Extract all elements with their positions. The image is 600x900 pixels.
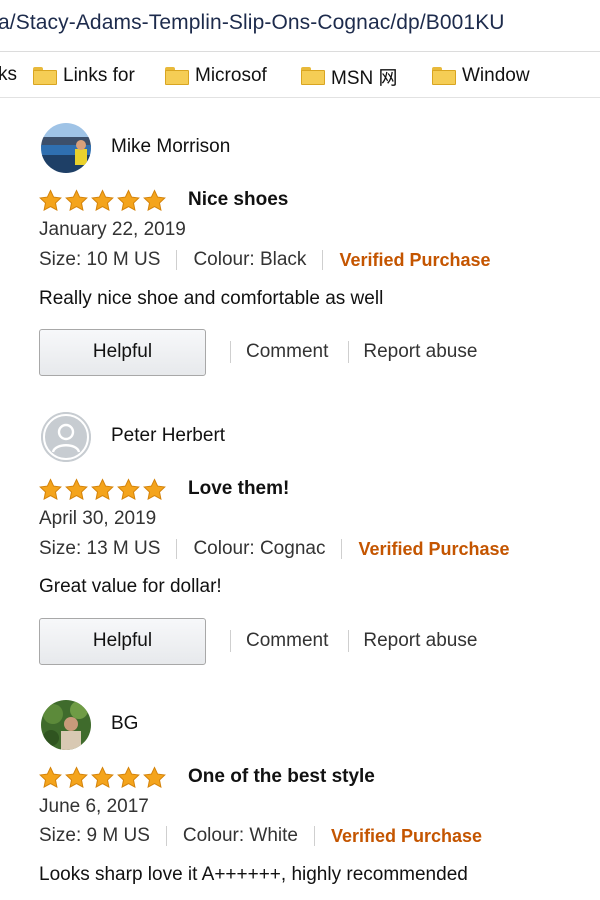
divider [230,630,231,652]
helpful-button[interactable]: Helpful [39,328,206,376]
divider [341,539,343,559]
person-photo-icon [41,700,91,750]
bookmark-label: MSN 网 [331,67,398,89]
default-user-icon [41,412,91,462]
comment-link[interactable]: Comment [246,630,328,652]
bookmark-truncated[interactable]: ks [0,64,17,86]
review-title[interactable]: One of the best style [188,766,375,788]
size-info: Size: 13 M US [39,538,161,559]
colour-info[interactable]: Colour: White [183,825,298,847]
folder-icon [301,67,325,85]
review-actions: Helpful Comment Report abuse [39,617,477,665]
review-meta: Size: 13 M US Colour: Cognac Verified Pu… [39,538,510,560]
verified-purchase-badge[interactable]: Verified Purchase [331,826,482,847]
divider [176,539,178,559]
review-body: Looks sharp love it A++++++, highly reco… [39,864,468,885]
review-date: April 30, 2019 [39,508,157,529]
bookmark-label: Microsof [195,65,267,86]
star-rating[interactable] [38,766,167,790]
divider [348,341,350,363]
review-body: Really nice shoe and comfortable as well [39,288,384,309]
folder-icon [165,67,189,85]
reviewer-name[interactable]: Mike Morrison [111,136,230,158]
review-actions: Helpful Comment Report abuse [39,328,477,376]
star-icon [91,478,114,501]
star-icon [117,478,140,501]
avatar[interactable] [41,412,91,462]
star-icon [91,189,114,212]
colour-info[interactable]: Colour: Cognac [193,538,325,560]
star-icon [143,478,166,501]
star-icon [39,766,62,789]
colour-info[interactable]: Colour: Black [193,249,306,271]
star-rating[interactable] [38,189,167,213]
star-icon [39,478,62,501]
review-title[interactable]: Love them! [188,478,289,500]
bookmark-label: Window [462,65,530,86]
star-icon [91,766,114,789]
bookmark-msn[interactable]: MSN 网 [301,63,398,89]
url-text[interactable]: a/Stacy-Adams-Templin-Slip-Ons-Cognac/dp… [0,11,505,35]
star-icon [117,766,140,789]
divider [230,341,231,363]
bookmark-label: Links for [63,65,135,86]
verified-purchase-badge[interactable]: Verified Purchase [358,539,509,560]
star-icon [143,189,166,212]
star-icon [65,766,88,789]
avatar[interactable] [41,123,91,173]
review-meta: Size: 9 M US Colour: White Verified Purc… [39,825,482,847]
star-rating[interactable] [38,478,167,502]
folder-icon [432,67,456,85]
divider [165,826,167,846]
avatar[interactable] [41,700,91,750]
divider [348,630,350,652]
bookmark-microsoft[interactable]: Microsof [165,63,267,89]
size-info: Size: 9 M US [39,825,150,846]
bookmark-windows[interactable]: Window [432,63,530,89]
star-icon [65,478,88,501]
verified-purchase-badge[interactable]: Verified Purchase [339,250,490,271]
review-body: Great value for dollar! [39,576,222,597]
landscape-photo-icon [41,123,91,173]
divider [322,250,324,270]
reviewer-name[interactable]: BG [111,713,138,735]
star-icon [65,189,88,212]
review-meta: Size: 10 M US Colour: Black Verified Pur… [39,249,491,271]
folder-icon [33,67,57,85]
report-abuse-link[interactable]: Report abuse [363,630,477,652]
divider [313,826,315,846]
review-title[interactable]: Nice shoes [188,189,288,211]
review-date: June 6, 2017 [39,796,149,817]
report-abuse-link[interactable]: Report abuse [363,341,477,363]
star-icon [117,189,140,212]
reviewer-name[interactable]: Peter Herbert [111,425,225,447]
bookmark-links-for[interactable]: Links for [33,63,135,89]
address-bar[interactable]: a/Stacy-Adams-Templin-Slip-Ons-Cognac/dp… [0,0,600,52]
helpful-button[interactable]: Helpful [39,617,206,665]
bookmarks-bar: ks Links for Microsof MSN 网 Window [0,52,600,98]
star-icon [39,189,62,212]
comment-link[interactable]: Comment [246,341,328,363]
star-icon [143,766,166,789]
review-date: January 22, 2019 [39,219,186,240]
size-info: Size: 10 M US [39,249,161,270]
divider [176,250,178,270]
